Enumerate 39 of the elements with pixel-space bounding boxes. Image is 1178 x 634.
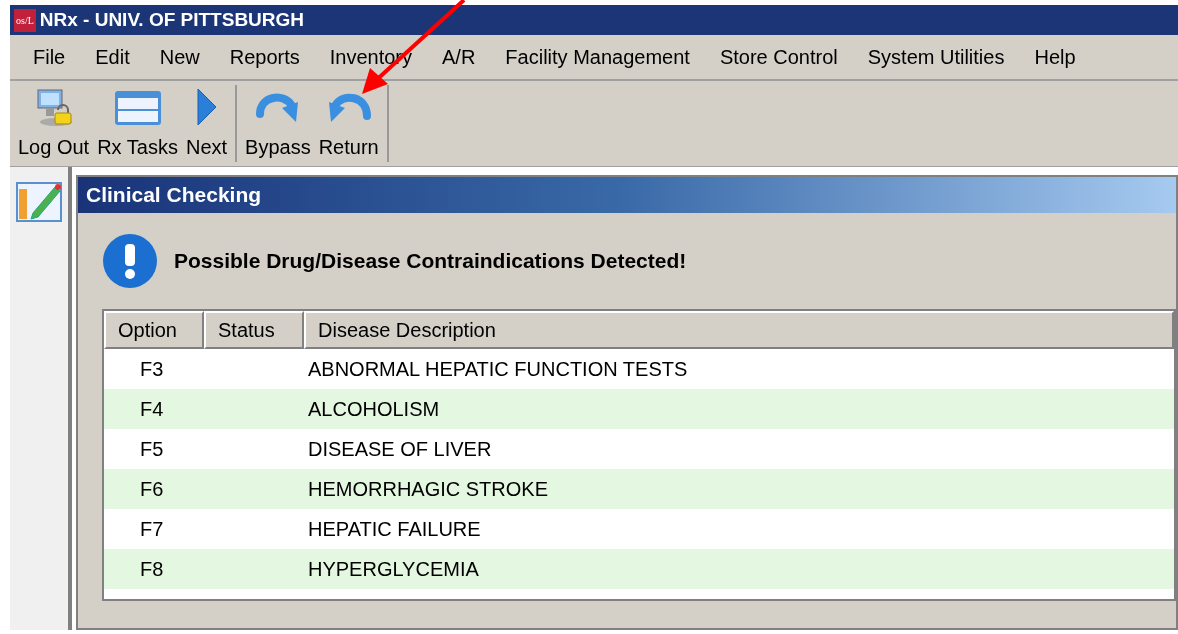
dialog-title: Clinical Checking <box>86 182 262 209</box>
table-row[interactable]: F4 ALCOHOLISM <box>104 389 1174 429</box>
menu-item[interactable]: Reports <box>214 42 315 72</box>
table-cell-text: F8 <box>139 557 165 582</box>
table-cell-text: F6 <box>139 477 165 502</box>
table-cell-text: F7 <box>139 517 165 542</box>
toolbar-button[interactable]: Return <box>314 88 383 162</box>
window-icon <box>112 88 163 128</box>
app-logo: os/L <box>14 8 36 32</box>
toolbar-button[interactable]: Bypass <box>241 88 315 162</box>
table-cell-text: F5 <box>139 437 165 462</box>
toolbar-button[interactable]: Rx Tasks <box>93 88 182 162</box>
menu-item[interactable]: Facility Management <box>490 42 705 72</box>
menu-item[interactable]: System Utilities <box>852 42 1020 72</box>
menu-item[interactable]: New <box>144 42 215 72</box>
toolbar-button[interactable]: Log Out <box>14 88 94 162</box>
column-header[interactable]: Disease Description <box>304 311 1174 349</box>
exclamation-icon <box>102 233 158 289</box>
menu-item[interactable]: Edit <box>80 42 145 72</box>
table-cell-text: HEPATIC FAILURE <box>307 517 481 542</box>
menu-item[interactable]: Store Control <box>704 42 853 72</box>
table-cell-text: HYPERGLYCEMIA <box>307 557 479 582</box>
warning-message: Possible Drug/Disease Contraindications Detected! <box>174 248 687 275</box>
table-cell-text: F4 <box>139 397 165 422</box>
menu-item[interactable]: Help <box>1019 42 1091 72</box>
menu-item[interactable]: File <box>18 42 81 72</box>
checklist-pencil-icon[interactable] <box>15 179 63 223</box>
table-cell-text: ABNORMAL HEPATIC FUNCTION TESTS <box>307 357 688 382</box>
table-cell-text: DISEASE OF LIVER <box>307 437 492 462</box>
column-header[interactable]: Option <box>104 311 204 349</box>
table-cell-text: HEMORRHAGIC STROKE <box>307 477 549 502</box>
window-title: NRx - UNIV. OF PITTSBURGH <box>39 7 305 32</box>
toolbar-button[interactable]: Next <box>181 86 232 162</box>
menu-item[interactable]: A/R <box>427 42 491 72</box>
table-row[interactable]: F6 HEMORRHAGIC STROKE <box>104 469 1174 509</box>
column-header[interactable]: Status <box>204 311 304 349</box>
table-row[interactable]: F8 HYPERGLYCEMIA <box>104 549 1174 589</box>
table-cell-text: F3 <box>139 357 165 382</box>
table-cell-text: ALCOHOLISM <box>307 397 440 422</box>
